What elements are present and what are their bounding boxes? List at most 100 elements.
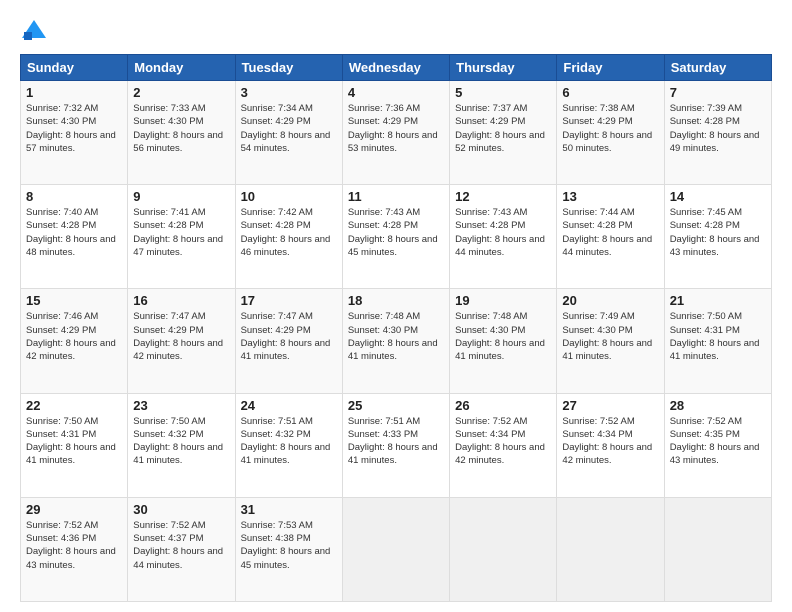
week-row-3: 15 Sunrise: 7:46 AMSunset: 4:29 PMDayligh… [21,289,772,393]
cell-info: Sunrise: 7:50 AMSunset: 4:31 PMDaylight:… [670,311,760,362]
calendar-cell: 2 Sunrise: 7:33 AMSunset: 4:30 PMDaylight… [128,81,235,185]
calendar-cell: 22 Sunrise: 7:50 AMSunset: 4:31 PMDayligh… [21,393,128,497]
calendar-cell: 17 Sunrise: 7:47 AMSunset: 4:29 PMDayligh… [235,289,342,393]
calendar-table: SundayMondayTuesdayWednesdayThursdayFrid… [20,54,772,602]
calendar-cell: 19 Sunrise: 7:48 AMSunset: 4:30 PMDayligh… [450,289,557,393]
week-row-5: 29 Sunrise: 7:52 AMSunset: 4:36 PMDayligh… [21,497,772,601]
calendar-cell: 12 Sunrise: 7:43 AMSunset: 4:28 PMDayligh… [450,185,557,289]
cell-info: Sunrise: 7:52 AMSunset: 4:36 PMDaylight:… [26,520,116,571]
cell-info: Sunrise: 7:49 AMSunset: 4:30 PMDaylight:… [562,311,652,362]
calendar-cell: 24 Sunrise: 7:51 AMSunset: 4:32 PMDayligh… [235,393,342,497]
page: SundayMondayTuesdayWednesdayThursdayFrid… [0,0,792,612]
header-row: SundayMondayTuesdayWednesdayThursdayFrid… [21,55,772,81]
calendar-cell: 14Sunrise: 7:45 AMSunset: 4:28 PMDayligh… [664,185,771,289]
header-day-monday: Monday [128,55,235,81]
calendar: SundayMondayTuesdayWednesdayThursdayFrid… [20,54,772,602]
day-number: 20 [562,293,658,308]
week-row-4: 22 Sunrise: 7:50 AMSunset: 4:31 PMDayligh… [21,393,772,497]
day-number: 24 [241,398,337,413]
calendar-cell: 15 Sunrise: 7:46 AMSunset: 4:29 PMDayligh… [21,289,128,393]
cell-info: Sunrise: 7:47 AMSunset: 4:29 PMDaylight:… [133,311,223,362]
cell-info: Sunrise: 7:34 AMSunset: 4:29 PMDaylight:… [241,103,331,154]
calendar-cell [342,497,449,601]
week-row-1: 1 Sunrise: 7:32 AMSunset: 4:30 PMDaylight… [21,81,772,185]
day-number: 3 [241,85,337,100]
cell-info: Sunrise: 7:53 AMSunset: 4:38 PMDaylight:… [241,520,331,571]
cell-info: Sunrise: 7:40 AMSunset: 4:28 PMDaylight:… [26,207,116,258]
calendar-cell: 5Sunrise: 7:37 AMSunset: 4:29 PMDaylight… [450,81,557,185]
header [20,16,772,44]
day-number: 10 [241,189,337,204]
day-number: 21 [670,293,766,308]
cell-info: Sunrise: 7:51 AMSunset: 4:32 PMDaylight:… [241,416,331,467]
day-number: 18 [348,293,444,308]
calendar-cell: 26 Sunrise: 7:52 AMSunset: 4:34 PMDayligh… [450,393,557,497]
day-number: 2 [133,85,229,100]
day-number: 11 [348,189,444,204]
calendar-cell [450,497,557,601]
cell-info: Sunrise: 7:44 AMSunset: 4:28 PMDaylight:… [562,207,652,258]
cell-info: Sunrise: 7:38 AMSunset: 4:29 PMDaylight:… [562,103,652,154]
day-number: 16 [133,293,229,308]
calendar-cell: 9Sunrise: 7:41 AMSunset: 4:28 PMDaylight… [128,185,235,289]
cell-info: Sunrise: 7:48 AMSunset: 4:30 PMDaylight:… [348,311,438,362]
day-number: 27 [562,398,658,413]
day-number: 4 [348,85,444,100]
day-number: 17 [241,293,337,308]
day-number: 29 [26,502,122,517]
cell-info: Sunrise: 7:47 AMSunset: 4:29 PMDaylight:… [241,311,331,362]
calendar-cell: 20 Sunrise: 7:49 AMSunset: 4:30 PMDayligh… [557,289,664,393]
calendar-cell: 4Sunrise: 7:36 AMSunset: 4:29 PMDaylight… [342,81,449,185]
calendar-cell: 13Sunrise: 7:44 AMSunset: 4:28 PMDayligh… [557,185,664,289]
day-number: 12 [455,189,551,204]
day-number: 30 [133,502,229,517]
calendar-cell: 6 Sunrise: 7:38 AMSunset: 4:29 PMDaylight… [557,81,664,185]
day-number: 7 [670,85,766,100]
header-day-tuesday: Tuesday [235,55,342,81]
header-day-thursday: Thursday [450,55,557,81]
cell-info: Sunrise: 7:43 AMSunset: 4:28 PMDaylight:… [455,207,545,258]
day-number: 31 [241,502,337,517]
cell-info: Sunrise: 7:50 AMSunset: 4:31 PMDaylight:… [26,416,116,467]
logo [20,16,52,44]
cell-info: Sunrise: 7:37 AMSunset: 4:29 PMDaylight:… [455,103,545,154]
calendar-cell: 10Sunrise: 7:42 AMSunset: 4:28 PMDayligh… [235,185,342,289]
calendar-cell: 25Sunrise: 7:51 AMSunset: 4:33 PMDayligh… [342,393,449,497]
cell-info: Sunrise: 7:43 AMSunset: 4:28 PMDaylight:… [348,207,438,258]
day-number: 14 [670,189,766,204]
day-number: 6 [562,85,658,100]
calendar-cell: 28 Sunrise: 7:52 AMSunset: 4:35 PMDayligh… [664,393,771,497]
day-number: 22 [26,398,122,413]
calendar-cell: 16 Sunrise: 7:47 AMSunset: 4:29 PMDayligh… [128,289,235,393]
cell-info: Sunrise: 7:48 AMSunset: 4:30 PMDaylight:… [455,311,545,362]
day-number: 26 [455,398,551,413]
calendar-cell: 30 Sunrise: 7:52 AMSunset: 4:37 PMDayligh… [128,497,235,601]
cell-info: Sunrise: 7:52 AMSunset: 4:37 PMDaylight:… [133,520,223,571]
calendar-cell: 8 Sunrise: 7:40 AMSunset: 4:28 PMDaylight… [21,185,128,289]
header-day-friday: Friday [557,55,664,81]
cell-info: Sunrise: 7:33 AMSunset: 4:30 PMDaylight:… [133,103,223,154]
calendar-cell: 31 Sunrise: 7:53 AMSunset: 4:38 PMDayligh… [235,497,342,601]
calendar-cell: 3 Sunrise: 7:34 AMSunset: 4:29 PMDaylight… [235,81,342,185]
cell-info: Sunrise: 7:32 AMSunset: 4:30 PMDaylight:… [26,103,116,154]
calendar-cell: 18 Sunrise: 7:48 AMSunset: 4:30 PMDayligh… [342,289,449,393]
week-row-2: 8 Sunrise: 7:40 AMSunset: 4:28 PMDaylight… [21,185,772,289]
calendar-cell: 29 Sunrise: 7:52 AMSunset: 4:36 PMDayligh… [21,497,128,601]
cell-info: Sunrise: 7:46 AMSunset: 4:29 PMDaylight:… [26,311,116,362]
day-number: 28 [670,398,766,413]
cell-info: Sunrise: 7:52 AMSunset: 4:34 PMDaylight:… [455,416,545,467]
header-day-sunday: Sunday [21,55,128,81]
day-number: 25 [348,398,444,413]
calendar-cell: 7Sunrise: 7:39 AMSunset: 4:28 PMDaylight… [664,81,771,185]
day-number: 1 [26,85,122,100]
day-number: 9 [133,189,229,204]
cell-info: Sunrise: 7:52 AMSunset: 4:35 PMDaylight:… [670,416,760,467]
header-day-saturday: Saturday [664,55,771,81]
calendar-cell: 11 Sunrise: 7:43 AMSunset: 4:28 PMDayligh… [342,185,449,289]
logo-icon [20,16,48,44]
day-number: 19 [455,293,551,308]
day-number: 15 [26,293,122,308]
calendar-cell: 21 Sunrise: 7:50 AMSunset: 4:31 PMDayligh… [664,289,771,393]
calendar-cell: 23Sunrise: 7:50 AMSunset: 4:32 PMDayligh… [128,393,235,497]
day-number: 8 [26,189,122,204]
